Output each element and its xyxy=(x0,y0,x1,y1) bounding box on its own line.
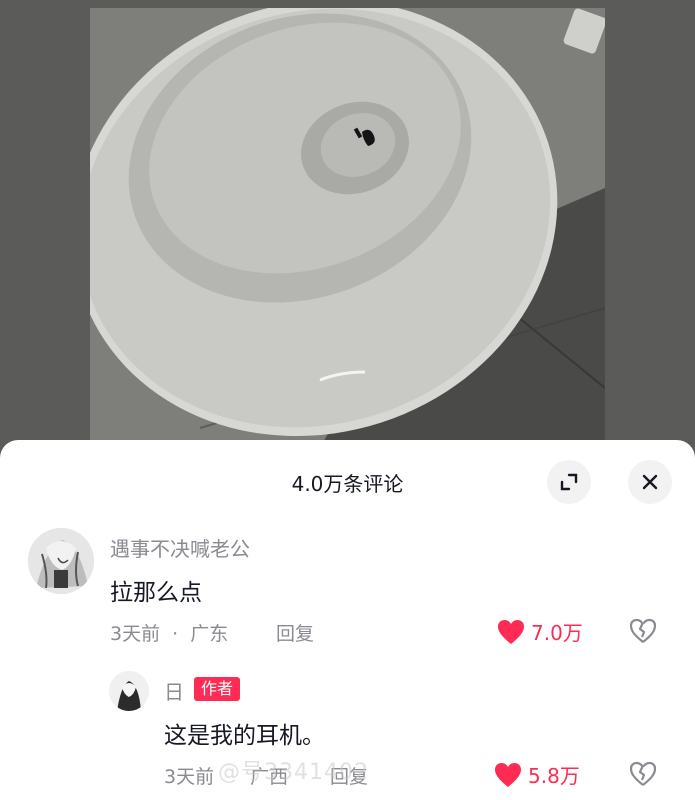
comment-time: 3天前 xyxy=(110,623,161,645)
meta-separator: · xyxy=(172,623,179,645)
like-button[interactable]: 5.8万 xyxy=(494,760,580,789)
like-count: 5.8万 xyxy=(528,764,580,788)
broken-heart-icon xyxy=(629,761,657,786)
comment-text: 拉那么点 xyxy=(110,580,202,606)
like-button[interactable]: 7.0万 xyxy=(497,617,583,646)
close-icon xyxy=(642,474,658,490)
comment-username[interactable]: 遇事不决喊老公 xyxy=(110,533,250,562)
video-background[interactable] xyxy=(0,0,695,460)
comments-sheet: 4.0万条评论 遇事不决喊老公 拉那么点 3天前 · 广东 回复 7.0万 日 … xyxy=(0,440,695,800)
expand-button[interactable] xyxy=(547,460,591,504)
dislike-button[interactable] xyxy=(629,761,657,791)
toilet-photo xyxy=(90,8,605,448)
close-button[interactable] xyxy=(628,460,672,504)
heart-icon xyxy=(498,619,524,644)
heart-icon xyxy=(495,762,521,787)
avatar[interactable] xyxy=(28,528,94,594)
like-count: 7.0万 xyxy=(531,621,583,645)
watermark: @号3341402 xyxy=(218,760,369,785)
reply-text: 这是我的耳机。 xyxy=(164,723,325,749)
avatar[interactable] xyxy=(109,671,149,711)
reply-username[interactable]: 日 xyxy=(164,676,184,705)
expand-icon xyxy=(560,473,578,491)
dislike-button[interactable] xyxy=(629,618,657,648)
video-frame-image xyxy=(90,8,605,448)
broken-heart-icon xyxy=(629,618,657,643)
reply-button[interactable]: 回复 xyxy=(276,619,314,646)
reply-time: 3天前 xyxy=(164,766,215,788)
comment-meta: 3天前 · 广东 xyxy=(110,619,228,646)
comment-location: 广东 xyxy=(190,623,229,645)
author-badge: 作者 xyxy=(194,677,241,701)
avatar-image xyxy=(28,528,94,594)
avatar-image xyxy=(109,671,149,711)
